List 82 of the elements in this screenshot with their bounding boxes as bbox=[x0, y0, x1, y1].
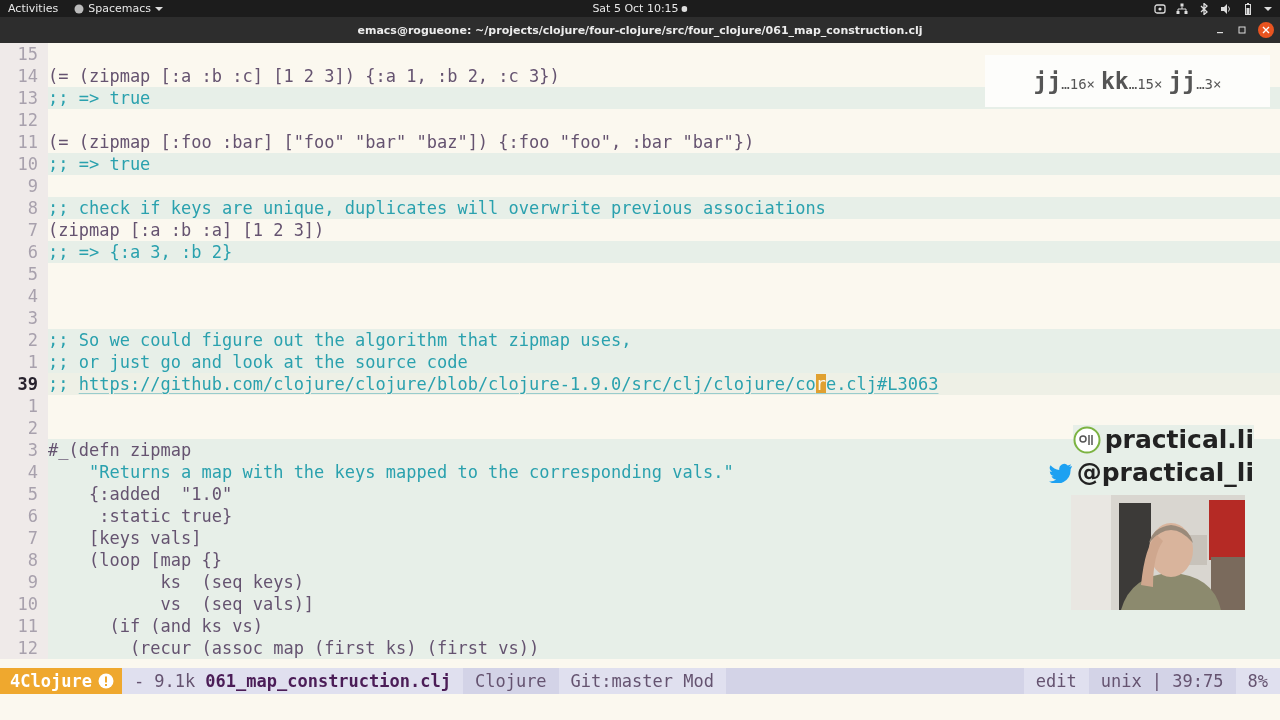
code-line: ;; => true bbox=[48, 88, 151, 108]
code-line: "Returns a map with the keys mapped to the corresponding vals." bbox=[87, 462, 734, 482]
workspace-label: 4Clojure bbox=[10, 671, 92, 691]
buffer-percent: 8% bbox=[1247, 671, 1268, 691]
bluetooth-icon[interactable] bbox=[1198, 2, 1210, 15]
code-line: [keys vals] bbox=[87, 528, 202, 548]
comment-marker: ;; bbox=[48, 374, 70, 394]
caret-icon[interactable] bbox=[154, 5, 163, 12]
code-line: {:added "1.0" bbox=[87, 484, 233, 504]
line-number: 1 bbox=[0, 351, 48, 373]
line-number: 2 bbox=[0, 329, 48, 351]
line-number: 10 bbox=[0, 593, 48, 615]
line-number: 3 bbox=[0, 439, 48, 461]
repeat-count: …15× bbox=[1128, 76, 1163, 92]
code-line: #_(defn zipmap bbox=[48, 440, 192, 460]
line-number: 3 bbox=[0, 307, 48, 329]
code-line: (loop [map {} bbox=[87, 550, 222, 570]
line-number: 5 bbox=[0, 483, 48, 505]
battery-icon[interactable] bbox=[1242, 2, 1254, 15]
line-number: 15 bbox=[0, 43, 48, 65]
code-line: (recur (assoc map (first ks) (first vs)) bbox=[128, 638, 540, 658]
code-line: ;; check if keys are unique, duplicates will overwrite previous associations bbox=[48, 198, 826, 218]
bird-icon bbox=[1048, 462, 1073, 483]
line-number: 6 bbox=[0, 505, 48, 527]
line-number: 11 bbox=[0, 615, 48, 637]
code-line: (= (zipmap [:a :b :c] [1 2 3]) {:a 1, :b 2, :c 3}) bbox=[48, 66, 560, 86]
volume-icon[interactable] bbox=[1220, 2, 1232, 15]
website-label: practical.li bbox=[1104, 425, 1254, 454]
line-number: 12 bbox=[0, 637, 48, 659]
caret-icon[interactable] bbox=[1264, 5, 1272, 12]
keystroke: jj bbox=[1168, 68, 1197, 94]
line-number: 9 bbox=[0, 175, 48, 197]
line-number: 4 bbox=[0, 285, 48, 307]
repeat-count: …3× bbox=[1196, 76, 1222, 92]
network-icon[interactable] bbox=[1176, 2, 1188, 15]
line-number: 10 bbox=[0, 153, 48, 175]
code-line: ;; So we could figure out the algorithm that zipmap uses, bbox=[48, 330, 632, 350]
editing-state: edit bbox=[1035, 671, 1077, 691]
screen-icon[interactable] bbox=[1154, 2, 1166, 15]
line-number: 7 bbox=[0, 219, 48, 241]
notification-dot-icon bbox=[681, 5, 688, 12]
app-menu[interactable]: Spacemacs bbox=[88, 2, 151, 15]
line-number: 2 bbox=[0, 417, 48, 439]
line-number: 11 bbox=[0, 131, 48, 153]
code-line: ;; or just go and look at the source code bbox=[48, 352, 468, 372]
code-line: :static true} bbox=[98, 506, 233, 526]
keystroke: kk bbox=[1101, 68, 1129, 94]
code-line: (if (and ks vs) bbox=[108, 616, 263, 636]
code-line: (zipmap [:a :b :a] [1 2 3]) bbox=[48, 220, 325, 240]
code-line: vs (seq vals)] bbox=[159, 594, 315, 614]
code-line: (= (zipmap [:foo :bar] ["foo" "bar" "baz"]) {:foo "foo", :bar "bar"}) bbox=[48, 132, 755, 152]
app-icon[interactable] bbox=[74, 3, 85, 14]
activities-button[interactable]: Activities bbox=[8, 2, 59, 15]
line-number: 12 bbox=[0, 109, 48, 131]
git-branch: Git:master Mod bbox=[570, 671, 714, 691]
line-number: 4 bbox=[0, 461, 48, 483]
social-handle: @practical_li bbox=[1076, 458, 1254, 487]
cursor-position: unix | 39:75 bbox=[1100, 671, 1224, 691]
window-title: emacs@rogueone: ~/projects/clojure/four-clojure/src/four_clojure/061_map_construction.clj bbox=[357, 23, 923, 37]
logo-icon bbox=[1072, 425, 1101, 454]
line-number: 14 bbox=[0, 65, 48, 87]
line-number: 39 bbox=[0, 373, 48, 395]
alert-icon bbox=[97, 673, 114, 689]
line-number: 13 bbox=[0, 87, 48, 109]
clock[interactable]: Sat 5 Oct 10:15 bbox=[592, 2, 679, 15]
code-line: ;; => true bbox=[48, 154, 151, 174]
keystroke: jj bbox=[1033, 68, 1062, 94]
maximize-icon[interactable] bbox=[1236, 24, 1248, 36]
line-number: 8 bbox=[0, 549, 48, 571]
line-number: 6 bbox=[0, 241, 48, 263]
line-number: 5 bbox=[0, 263, 48, 285]
file-name: 061_map_construction.clj bbox=[205, 671, 451, 691]
code-line: ks (seq keys) bbox=[159, 572, 304, 592]
code-line: ;; => {:a 3, :b 2} bbox=[48, 242, 233, 262]
line-number: 9 bbox=[0, 571, 48, 593]
line-number: 8 bbox=[0, 197, 48, 219]
file-size: - 9.1k bbox=[133, 671, 196, 691]
close-icon[interactable] bbox=[1258, 22, 1274, 38]
repeat-count: …16× bbox=[1061, 76, 1095, 92]
line-number: 7 bbox=[0, 527, 48, 549]
major-mode: Clojure bbox=[474, 671, 547, 691]
line-number: 1 bbox=[0, 395, 48, 417]
